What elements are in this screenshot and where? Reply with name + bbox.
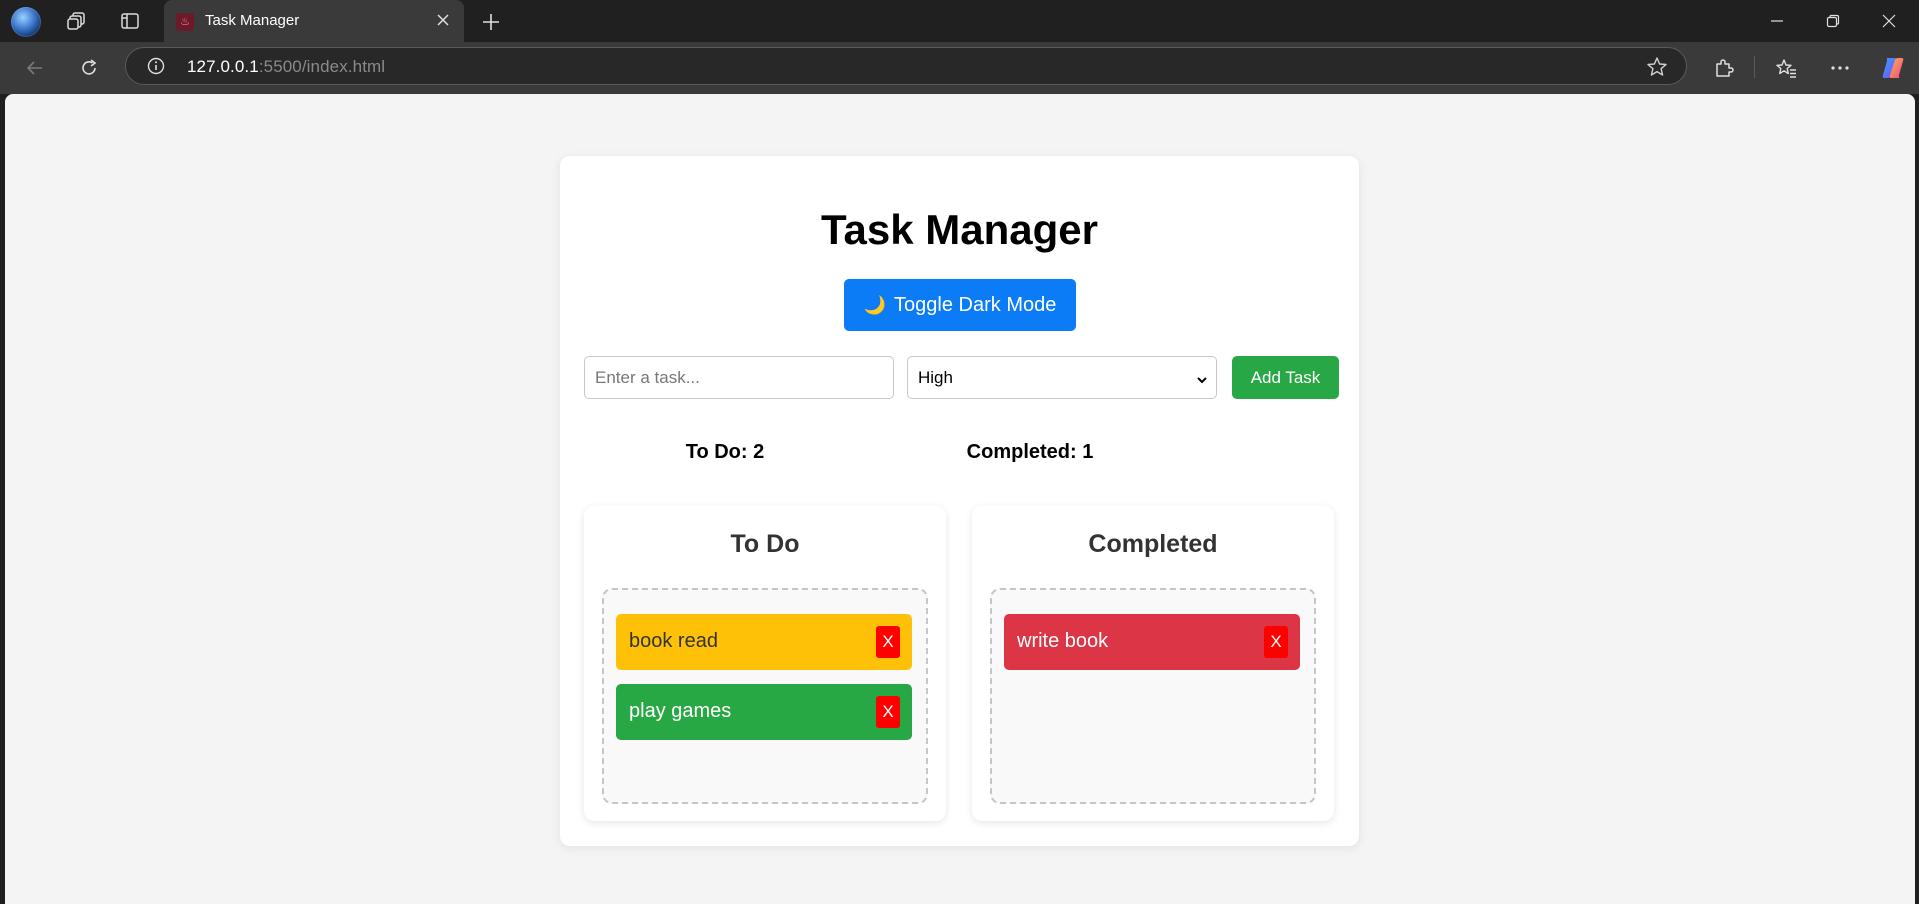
completed-dropzone[interactable]: write book X bbox=[990, 588, 1316, 804]
window-close-icon[interactable] bbox=[1861, 0, 1917, 42]
task-item[interactable]: write book X bbox=[1004, 614, 1300, 670]
task-manager-card: Task Manager 🌙 Toggle Dark Mode High Add… bbox=[560, 156, 1359, 846]
url-path: :5500/index.html bbox=[258, 57, 386, 76]
tab-favicon-icon: ♨ bbox=[176, 13, 194, 31]
more-options-icon[interactable] bbox=[1826, 54, 1854, 82]
task-item[interactable]: book read X bbox=[616, 614, 912, 670]
browser-tab-active[interactable]: ♨ Task Manager bbox=[164, 0, 464, 42]
todo-dropzone[interactable]: book read X play games X bbox=[602, 588, 928, 804]
refresh-icon[interactable] bbox=[75, 54, 103, 82]
priority-select[interactable]: High bbox=[907, 356, 1217, 399]
todo-column-title: To Do bbox=[730, 530, 800, 558]
toggle-dark-mode-button[interactable]: 🌙 Toggle Dark Mode bbox=[844, 279, 1076, 331]
moon-icon: 🌙 bbox=[863, 294, 887, 315]
tab-actions-icon[interactable] bbox=[117, 8, 143, 34]
favorites-icon[interactable] bbox=[1772, 54, 1800, 82]
minimize-icon[interactable] bbox=[1749, 0, 1805, 42]
task-label: play games bbox=[629, 700, 732, 722]
completed-column-title: Completed bbox=[1088, 530, 1218, 558]
favorite-star-icon[interactable] bbox=[1646, 56, 1668, 78]
url-text: 127.0.0.1:5500/index.html bbox=[187, 57, 385, 77]
page-viewport: Task Manager 🌙 Toggle Dark Mode High Add… bbox=[5, 94, 1915, 904]
completed-column: Completed write book X bbox=[972, 506, 1334, 821]
todo-count: To Do: 2 bbox=[685, 441, 765, 463]
completed-count: Completed: 1 bbox=[966, 441, 1094, 463]
todo-column: To Do book read X play games X bbox=[584, 506, 946, 821]
add-task-button[interactable]: Add Task bbox=[1232, 356, 1339, 399]
task-label: book read bbox=[629, 630, 718, 652]
address-bar[interactable]: 127.0.0.1:5500/index.html bbox=[125, 47, 1687, 85]
copilot-icon[interactable] bbox=[1879, 54, 1907, 82]
extensions-icon[interactable] bbox=[1710, 54, 1738, 82]
new-tab-icon[interactable] bbox=[478, 9, 504, 35]
delete-task-button[interactable]: X bbox=[876, 696, 900, 728]
task-input[interactable] bbox=[584, 356, 894, 399]
toolbar-separator bbox=[1754, 56, 1755, 78]
toggle-dark-mode-label: Toggle Dark Mode bbox=[894, 293, 1057, 316]
task-label: write book bbox=[1017, 630, 1109, 652]
page-title: Task Manager bbox=[821, 206, 1098, 253]
browser-toolbar: 127.0.0.1:5500/index.html bbox=[0, 42, 1919, 94]
restore-icon[interactable] bbox=[1805, 0, 1861, 42]
browser-titlebar: ♨ Task Manager bbox=[0, 0, 1919, 42]
tab-close-icon[interactable] bbox=[432, 9, 454, 31]
back-icon[interactable] bbox=[21, 54, 49, 82]
priority-selected-value: High bbox=[918, 367, 953, 387]
delete-task-button[interactable]: X bbox=[1264, 626, 1288, 658]
workspaces-icon[interactable] bbox=[64, 8, 90, 34]
tab-title: Task Manager bbox=[205, 12, 300, 29]
delete-task-button[interactable]: X bbox=[876, 626, 900, 658]
site-info-icon[interactable] bbox=[147, 57, 165, 75]
chevron-down-icon bbox=[1196, 371, 1208, 391]
profile-avatar-icon[interactable] bbox=[11, 7, 41, 37]
task-item[interactable]: play games X bbox=[616, 684, 912, 740]
url-host: 127.0.0.1 bbox=[187, 57, 259, 76]
